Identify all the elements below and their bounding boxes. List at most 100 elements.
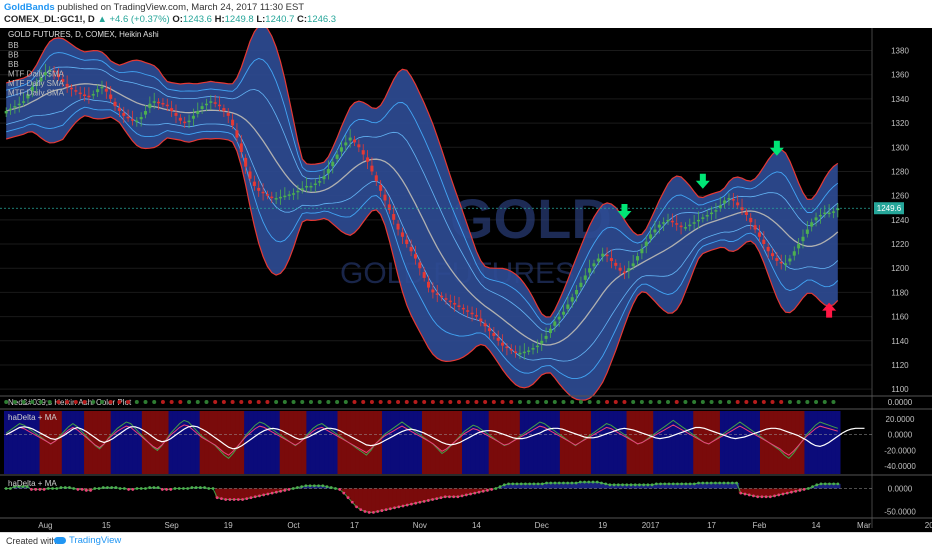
histogram-bar — [413, 488, 419, 504]
candle-body — [457, 305, 461, 307]
candle-body — [431, 289, 435, 293]
regime-band — [279, 411, 285, 474]
candle-body — [400, 232, 404, 237]
regime-band — [248, 411, 254, 474]
candle-body — [313, 183, 317, 186]
candle-body — [113, 101, 117, 107]
color-plot-dot — [160, 400, 165, 404]
color-plot-dot — [605, 400, 610, 404]
chart-canvas[interactable]: GOLDGOLD FUTURES110011201140116011801200… — [0, 28, 932, 532]
hadelta-dot — [629, 483, 633, 487]
color-plot-dot — [578, 400, 583, 404]
histogram-bar — [430, 488, 436, 500]
hadelta-dot — [249, 496, 253, 500]
candle-body — [731, 199, 735, 201]
hadelta-dot — [325, 485, 329, 489]
regime-band — [350, 411, 356, 474]
regime-band — [261, 411, 267, 474]
color-plot-dot — [73, 400, 78, 404]
regime-band — [493, 411, 499, 474]
hadelta-dot — [747, 493, 751, 497]
hadelta-dot — [241, 498, 244, 501]
color-plot-dot — [491, 400, 496, 404]
regime-band — [524, 411, 530, 474]
symbol-label: COMEX_DL:GC1!, D — [4, 14, 95, 25]
candle-body — [649, 234, 653, 239]
candle-body — [274, 198, 278, 200]
time-tick-label: Sep — [165, 521, 180, 530]
tradingview-logo[interactable]: TradingView — [54, 535, 121, 546]
color-plot-dot — [561, 400, 566, 404]
time-tick-label: Dec — [535, 521, 549, 530]
color-plot-dot — [509, 400, 514, 404]
color-plot-dot — [169, 400, 174, 404]
candle-body — [418, 262, 422, 269]
color-plot-dot — [117, 400, 122, 404]
candle-body — [87, 95, 91, 98]
hadelta-dot — [118, 487, 122, 490]
candle-body — [762, 239, 766, 245]
candle-body — [135, 120, 139, 123]
author-link[interactable]: GoldBands — [4, 2, 55, 13]
osc-tick-label: 0.0000 — [888, 484, 913, 493]
candle-body — [592, 263, 596, 267]
color-plot-dot — [648, 400, 653, 404]
regime-band — [230, 411, 236, 474]
color-plot-dot — [535, 400, 540, 404]
candle-body — [148, 103, 152, 109]
color-plot-dot — [82, 400, 87, 404]
time-tick-label: Aug — [38, 521, 52, 530]
hadelta-dot — [481, 489, 485, 493]
hadelta-dot — [680, 482, 684, 486]
hadelta-dot — [460, 494, 464, 498]
color-plot-dot — [230, 400, 235, 404]
candle-body — [714, 210, 718, 212]
color-plot-dot — [622, 400, 627, 404]
histogram-bar — [362, 488, 368, 512]
hadelta-dot — [262, 493, 266, 497]
color-plot-dot — [709, 400, 714, 404]
color-plot-dot — [517, 400, 522, 404]
hadelta-dot — [671, 482, 675, 486]
regime-band — [368, 411, 374, 474]
histogram-bar — [396, 488, 402, 507]
hadelta-dot — [84, 488, 88, 492]
candle-body — [383, 194, 387, 201]
regime-band — [270, 411, 276, 474]
candle-body — [797, 244, 801, 249]
hadelta-dot — [718, 481, 722, 485]
candle-body — [174, 112, 178, 116]
regime-band — [390, 411, 396, 474]
color-plot-dot — [221, 400, 226, 404]
hadelta-dot — [697, 481, 700, 485]
hadelta-dot — [177, 487, 181, 490]
regime-band — [644, 411, 650, 474]
hadelta-dot — [549, 481, 553, 485]
hadelta-dot — [676, 482, 679, 486]
regime-band — [328, 411, 334, 474]
regime-band — [319, 411, 325, 474]
hadelta-dot — [798, 488, 802, 492]
candle-body — [357, 144, 361, 148]
candle-body — [339, 147, 343, 152]
hadelta-dot — [215, 496, 219, 500]
candle-body — [744, 212, 748, 215]
tradingview-brand: TradingView — [69, 535, 122, 546]
candle-body — [688, 224, 692, 227]
regime-band — [257, 411, 263, 474]
candle-body — [178, 117, 182, 121]
hadelta-dot — [625, 483, 629, 487]
regime-band — [84, 411, 89, 474]
hadelta-dot — [156, 486, 160, 489]
hadelta-dot — [76, 488, 80, 491]
candle-body — [409, 246, 413, 252]
hadelta-dot — [114, 486, 118, 489]
regime-band — [195, 411, 201, 474]
hadelta-dot — [334, 487, 337, 490]
candle-body — [69, 87, 74, 90]
histogram-bar — [367, 488, 372, 513]
candle-body — [548, 328, 552, 334]
candle-body — [644, 241, 648, 246]
hadelta-dot — [524, 482, 527, 486]
last-price-label: 1249.6 — [877, 204, 902, 213]
